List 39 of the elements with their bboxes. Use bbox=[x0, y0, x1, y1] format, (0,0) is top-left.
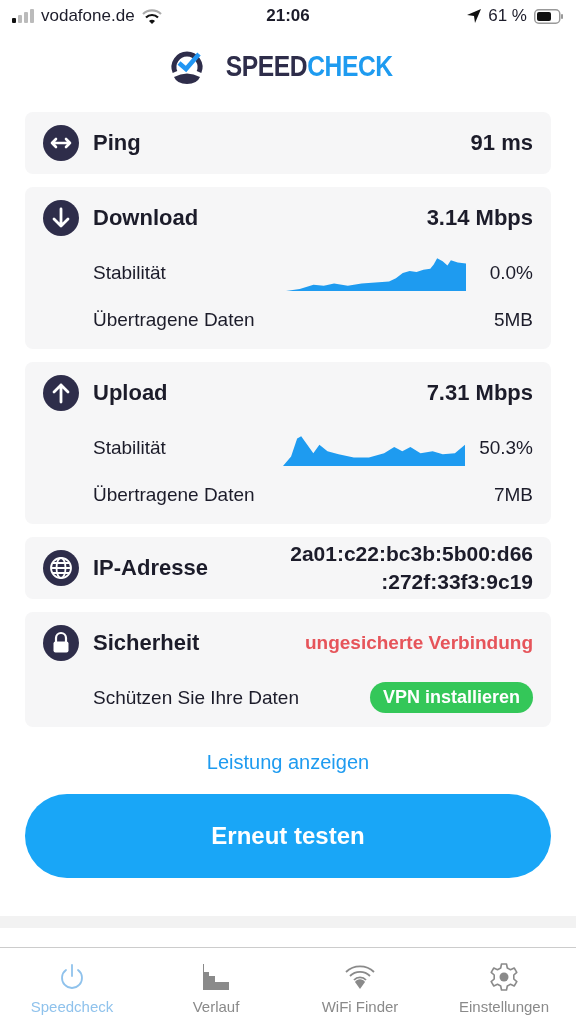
battery-icon bbox=[534, 8, 564, 24]
download-speed: 3.14 Mbps bbox=[426, 205, 533, 231]
show-performance-link[interactable]: Leistung anzeigen bbox=[206, 751, 370, 774]
upload-label: Upload bbox=[93, 380, 169, 406]
ip-address-line: :272f:33f3:9c19 bbox=[381, 569, 533, 595]
data-value: 5MB bbox=[493, 308, 533, 331]
tab[interactable]: Einstellungen bbox=[432, 948, 576, 1024]
logo-text: SPEEDCHECK bbox=[225, 49, 393, 83]
signal-icon bbox=[12, 9, 34, 23]
security-status: ungesicherte Verbindung bbox=[304, 632, 533, 654]
stability-value: 50.3% bbox=[479, 436, 533, 459]
globe-icon bbox=[43, 550, 79, 586]
stability-label: Stabilität bbox=[92, 261, 167, 284]
battery-percent: 61 % bbox=[488, 6, 527, 26]
data-label: Übertragene Daten bbox=[92, 483, 256, 506]
upload-speed: 7.31 Mbps bbox=[426, 380, 533, 406]
stability-label: Stabilität bbox=[92, 436, 167, 459]
vpn-install-button[interactable]: VPN installieren bbox=[369, 682, 533, 713]
bar-chart-icon bbox=[201, 962, 231, 992]
tab[interactable]: Verlauf bbox=[144, 948, 288, 1024]
protect-hint: Schützen Sie Ihre Daten bbox=[92, 686, 300, 709]
wifi-icon bbox=[141, 8, 162, 24]
data-value: 7MB bbox=[493, 483, 533, 506]
carrier-name: vodafone.de bbox=[41, 6, 135, 26]
tab[interactable]: WiFi Finder bbox=[288, 948, 432, 1024]
location-arrow-icon bbox=[467, 9, 482, 23]
data-label: Übertragene Daten bbox=[92, 308, 256, 331]
stability-value: 0.0% bbox=[489, 261, 533, 284]
clock-time: 21:06 bbox=[266, 6, 310, 26]
settings-icon bbox=[489, 962, 519, 992]
tab[interactable]: Speedcheck bbox=[0, 948, 144, 1024]
ip-label: IP-Adresse bbox=[93, 555, 209, 581]
padlock-icon bbox=[43, 625, 79, 661]
download-label: Download bbox=[93, 205, 200, 231]
ping-label: Ping bbox=[93, 130, 142, 156]
retest-button[interactable]: Erneut testen bbox=[25, 794, 551, 878]
security-label: Sicherheit bbox=[93, 630, 201, 656]
ping-value: 91 ms bbox=[470, 130, 533, 156]
ip-address-line: 2a01:c22:bc3b:5b00:d66 bbox=[290, 541, 533, 567]
